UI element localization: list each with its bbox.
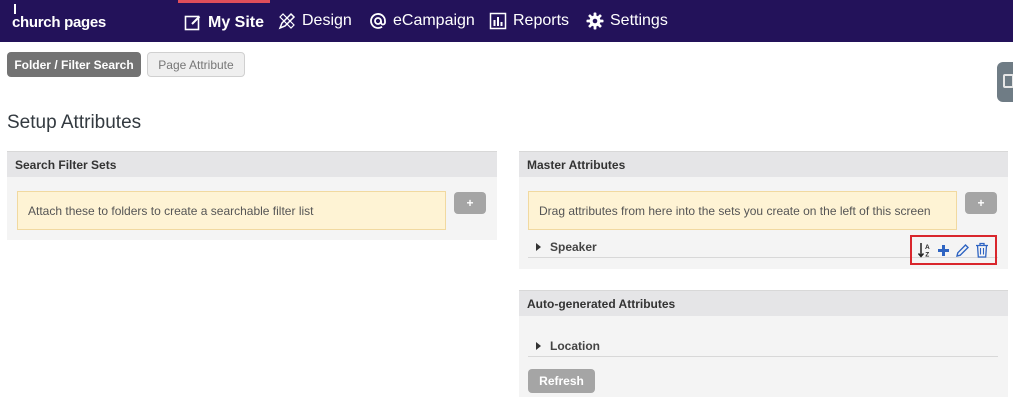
nav-settings[interactable]: Settings [586, 0, 668, 42]
nav-reports[interactable]: Reports [489, 0, 569, 42]
refresh-button[interactable]: Refresh [528, 369, 595, 393]
bar-chart-icon [489, 12, 507, 30]
add-master-attribute-button[interactable]: + [965, 192, 997, 214]
search-filter-sets-panel: Search Filter Sets Attach these to folde… [7, 151, 497, 240]
at-sign-icon [370, 13, 386, 29]
svg-text:A: A [925, 244, 930, 251]
side-panel-toggle[interactable] [997, 62, 1013, 102]
search-filter-sets-notice: Attach these to folders to create a sear… [17, 191, 446, 230]
panel-icon [1003, 74, 1013, 88]
auto-generated-attributes-panel: Auto-generated Attributes Location Refre… [519, 290, 1008, 397]
steeple-icon [14, 4, 16, 14]
nav-ecampaign[interactable]: eCampaign [369, 0, 475, 42]
gear-icon [586, 12, 604, 30]
master-attributes-header: Master Attributes [519, 151, 1008, 177]
attribute-label: Location [550, 339, 600, 353]
trash-icon[interactable] [975, 242, 989, 258]
nav-design[interactable]: Design [278, 0, 352, 42]
app-logo[interactable]: church pages [12, 4, 106, 31]
pencil-icon[interactable] [955, 243, 970, 258]
attribute-row-location[interactable]: Location [528, 336, 998, 357]
pencil-ruler-icon [278, 12, 296, 30]
nav-design-label: Design [302, 12, 352, 29]
plus-icon[interactable] [937, 244, 950, 257]
master-attributes-notice: Drag attributes from here into the sets … [528, 191, 957, 230]
logo-text: church pages [12, 14, 106, 31]
add-filter-set-button[interactable]: + [454, 192, 486, 214]
page-title: Setup Attributes [7, 112, 142, 133]
expand-caret-icon[interactable] [536, 342, 541, 350]
nav-my-site[interactable]: My Site [178, 0, 270, 42]
nav-settings-label: Settings [610, 12, 668, 29]
attribute-actions-highlight: A Z [910, 235, 997, 265]
edit-square-icon [184, 15, 201, 30]
sort-az-icon[interactable]: A Z [918, 242, 932, 258]
attribute-label: Speaker [550, 240, 597, 254]
svg-text:Z: Z [926, 252, 930, 259]
nav-ecampaign-label: eCampaign [393, 12, 475, 29]
tab-page-attribute[interactable]: Page Attribute [147, 52, 245, 77]
auto-generated-attributes-header: Auto-generated Attributes [519, 290, 1008, 316]
expand-caret-icon[interactable] [536, 243, 541, 251]
nav-reports-label: Reports [513, 12, 570, 29]
master-attributes-panel: Master Attributes Drag attributes from h… [519, 151, 1008, 269]
tab-folder-filter-search[interactable]: Folder / Filter Search [7, 52, 141, 77]
top-navbar: church pages My Site Design eCampaign Re… [0, 0, 1013, 42]
nav-my-site-label: My Site [207, 13, 264, 31]
search-filter-sets-header: Search Filter Sets [7, 151, 497, 177]
